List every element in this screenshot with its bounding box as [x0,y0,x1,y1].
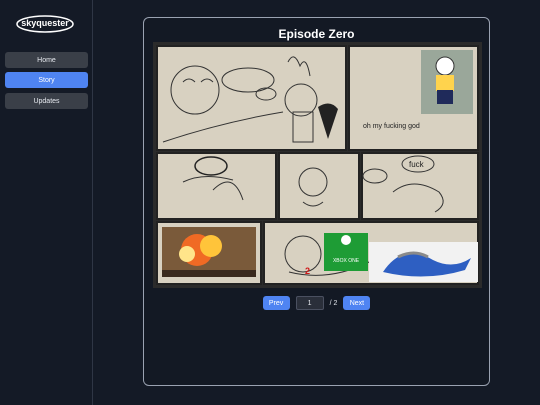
page-total: / 2 [329,299,338,307]
prev-button[interactable]: Prev [262,296,290,310]
nav-home[interactable]: Home [5,52,88,68]
svg-text:2: 2 [305,266,310,276]
nav-updates-label: Updates [33,97,60,105]
nav-story-label: Story [38,76,55,84]
page-number-input[interactable] [295,296,324,310]
episode-title: Episode Zero [278,27,355,41]
svg-text:fuck: fuck [409,160,425,169]
skyquester-logo[interactable]: skyquester [14,12,76,34]
nav-updates[interactable]: Updates [5,93,88,109]
nav-story[interactable]: Story [5,72,88,88]
svg-text:XBOX ONE: XBOX ONE [333,258,360,264]
svg-text:skyquester: skyquester [21,18,69,28]
svg-text:oh my fucking god: oh my fucking god [363,123,420,130]
episode-panel: Episode Zero oh my fucking god fuck XBOX… [143,17,490,386]
comic-page-image: oh my fucking god fuck XBOX ONE 2 [153,42,482,288]
sidebar: skyquester Home Story Updates [0,0,93,405]
pagination: Prev / 2 Next [144,296,489,310]
next-button[interactable]: Next [343,296,371,310]
nav-home-label: Home [37,56,56,64]
